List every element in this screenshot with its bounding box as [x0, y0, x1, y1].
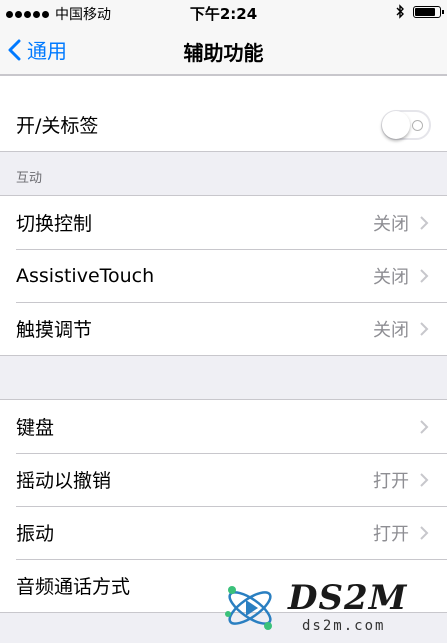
- list-item-label: 切换控制: [16, 213, 93, 235]
- watermark: DS2M ds2m.com: [222, 578, 442, 640]
- chevron-right-icon: [420, 268, 429, 283]
- list-item-value: 打开: [373, 470, 409, 492]
- list-item-on-off-labels[interactable]: 开/关标签: [0, 98, 447, 151]
- list-item-value: 关闭: [373, 319, 409, 341]
- battery-fill: [415, 7, 435, 16]
- atom-logo-icon: [225, 586, 272, 630]
- list-item-touch-accommodations[interactable]: 触摸调节 关闭: [0, 302, 447, 355]
- list-item-value: 打开: [373, 523, 409, 545]
- list-item-hidden: [0, 76, 447, 98]
- group-interaction: 切换控制 关闭 AssistiveTouch 关闭 触摸调节 关闭: [0, 195, 447, 356]
- status-icons: [396, 4, 444, 19]
- list-item-keyboard[interactable]: 键盘: [0, 400, 447, 453]
- status-time: 下午2:24: [189, 5, 258, 23]
- list-item-assistivetouch[interactable]: AssistiveTouch 关闭: [0, 249, 447, 302]
- toggle-knob: [382, 110, 410, 139]
- partially-scrolled-row: [0, 76, 447, 98]
- status-bar: 中国移动 下午2:24: [0, 0, 447, 26]
- list-item-shake-to-undo[interactable]: 摇动以撤销 打开: [0, 453, 447, 506]
- group-display: 开/关标签: [0, 75, 447, 152]
- off-label-icon: [412, 119, 423, 131]
- watermark-domain: ds2m.com: [302, 618, 386, 634]
- list-item-label: 振动: [16, 523, 55, 545]
- list-item-label: 音频通话方式: [16, 576, 131, 598]
- page-title: 辅助功能: [183, 41, 264, 65]
- chevron-right-icon: [420, 419, 429, 434]
- list-item-vibration[interactable]: 振动 打开: [0, 506, 447, 559]
- list-item-label: 开/关标签: [16, 115, 99, 137]
- chevron-right-icon: [420, 321, 429, 336]
- settings-list: 开/关标签 互动 切换控制 关闭 AssistiveTouch 关闭 触摸调节 …: [0, 75, 447, 613]
- list-item-label: AssistiveTouch: [16, 264, 155, 287]
- battery-icon: [413, 5, 444, 18]
- chevron-right-icon: [420, 472, 429, 487]
- section-header-interaction: 互动: [16, 171, 43, 186]
- list-item-label: 摇动以撤销: [16, 470, 112, 492]
- on-off-labels-toggle[interactable]: [381, 109, 431, 140]
- chevron-right-icon: [420, 215, 429, 230]
- watermark-brand: DS2M: [288, 578, 408, 618]
- list-item-value: 关闭: [373, 213, 409, 235]
- navigation-bar: 通用 辅助功能: [0, 26, 447, 75]
- list-item-switch-control[interactable]: 切换控制 关闭: [0, 196, 447, 249]
- list-item-value: 关闭: [373, 266, 409, 288]
- chevron-right-icon: [420, 525, 429, 540]
- list-item-label: 键盘: [16, 417, 55, 439]
- list-item-label: 触摸调节: [16, 319, 93, 341]
- bluetooth-icon: [396, 4, 404, 19]
